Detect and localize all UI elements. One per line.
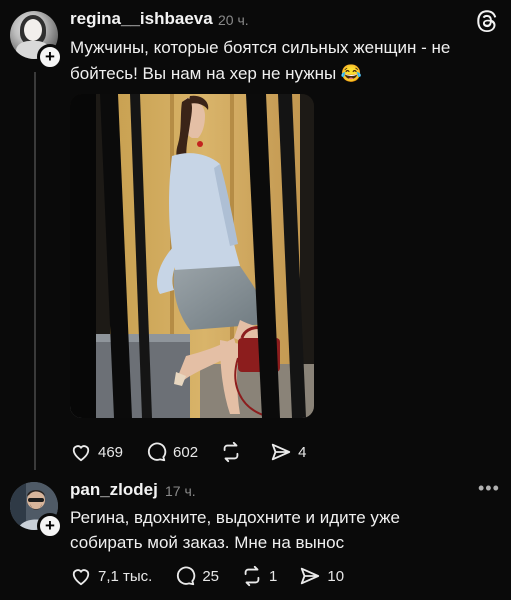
post2-share-count: 10 bbox=[327, 567, 345, 585]
more-dots-icon[interactable]: ••• bbox=[478, 478, 500, 499]
repost-icon bbox=[244, 565, 260, 587]
post1-text-line1: Мужчины, которые боятся сильных женщин -… bbox=[70, 38, 451, 57]
post1-share-count: 4 bbox=[298, 443, 307, 461]
post2-actions: 7,1 тыс. 25 1 10 bbox=[70, 565, 366, 587]
follow-plus-icon[interactable]: + bbox=[37, 513, 63, 539]
post2-share-action[interactable]: 10 bbox=[299, 565, 344, 587]
send-icon bbox=[271, 443, 291, 461]
post2-comment-count: 25 bbox=[202, 567, 220, 585]
post1-like-action[interactable]: 469 bbox=[70, 442, 123, 462]
post1-comment-action[interactable]: 602 bbox=[145, 441, 198, 463]
post2-text-line1: Регина, вдохните, выдохните и идите уже bbox=[70, 508, 400, 527]
thread-connector-line bbox=[34, 72, 36, 470]
threads-logo-icon[interactable] bbox=[474, 8, 500, 34]
send-icon bbox=[301, 567, 320, 585]
post1-like-count: 469 bbox=[98, 443, 124, 461]
post2-like-action[interactable]: 7,1 тыс. bbox=[70, 566, 152, 586]
heart-icon bbox=[72, 445, 90, 462]
post1-repost-action[interactable] bbox=[220, 441, 248, 463]
photo-illustration bbox=[70, 94, 314, 418]
follow-plus-icon[interactable]: + bbox=[37, 44, 63, 70]
post2-username[interactable]: pan_zlodej bbox=[70, 480, 158, 500]
post1-comment-count: 602 bbox=[173, 443, 199, 461]
heart-icon bbox=[72, 569, 90, 586]
post-photo[interactable] bbox=[70, 94, 314, 418]
post2-text-line2: собирать мой заказ. Мне на вынос bbox=[70, 533, 345, 552]
post2-time: 17 ч. bbox=[165, 483, 196, 499]
post1-username[interactable]: regina__ishbaeva bbox=[70, 9, 213, 29]
post2-comment-action[interactable]: 25 bbox=[174, 565, 219, 587]
post1-time: 20 ч. bbox=[218, 12, 249, 28]
post1-share-action[interactable]: 4 bbox=[270, 441, 306, 463]
repost-icon bbox=[223, 441, 239, 463]
comment-bubble-icon bbox=[147, 442, 167, 462]
post2-repost-action[interactable]: 1 bbox=[241, 565, 277, 587]
post2-repost-count: 1 bbox=[269, 567, 278, 585]
post1-actions: 469 602 4 bbox=[70, 441, 328, 463]
post2-like-count: 7,1 тыс. bbox=[98, 567, 153, 585]
comment-bubble-icon bbox=[177, 566, 196, 586]
post1-text-line2: бойтесь! Вы нам на хер не нужны 😂 bbox=[70, 64, 363, 83]
avatar-face bbox=[24, 19, 42, 41]
